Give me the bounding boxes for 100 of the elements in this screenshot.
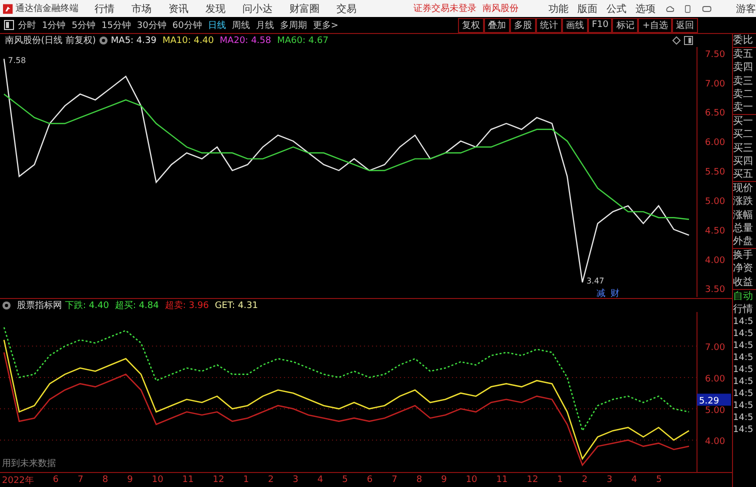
period-tab[interactable]: 周线 [232,18,250,32]
toolbar-button[interactable]: +自选 [638,18,672,32]
indicator-legend: GET: 4.31 [214,300,258,310]
period-tab[interactable]: 日线 [208,18,226,32]
quote-label: 买三 [733,142,754,155]
panel-toggle-icon[interactable] [4,20,14,30]
ma-legend: MA60: 4.67 [277,36,328,46]
quote-label: 买一 [733,115,754,128]
date-label: 3 [292,475,298,485]
menu-item[interactable]: 问小达 [242,2,273,16]
diamond-icon[interactable] [672,36,681,45]
quote-label: 总量 [733,222,754,236]
indicator-legend: 下跌: 4.40 [65,299,109,312]
indicator-legend: 超卖: 3.96 [164,299,209,312]
quote-label: 外盘 [733,235,754,248]
axis-label: 4.50 [705,226,726,236]
quote-label: 买五 [733,168,754,182]
status-label[interactable]: 自动 [733,290,756,304]
menu-item[interactable]: 财富圈 [290,2,320,16]
login-status[interactable]: 证券交易未登录 [414,2,477,15]
quote-label: 卖二 [733,88,754,102]
menu-item[interactable]: 选项 [636,2,656,16]
axis-label: 7.50 [705,50,726,60]
period-tab[interactable]: 更多> [312,18,338,32]
section-title: 行情 [733,303,754,316]
quote-label: 卖四 [733,61,754,75]
date-label: 6 [366,475,373,485]
menu-item[interactable]: 功能 [548,2,569,16]
axis-label: 4.00 [705,437,726,448]
date-label: 1 [243,475,249,485]
date-label: 10 [152,475,164,485]
date-label: 7 [78,475,84,485]
trade-time: 14:5 [733,340,754,352]
trade-time: 14:5 [733,400,754,412]
user-label[interactable]: 游客 [736,2,756,16]
period-tab[interactable]: 月线 [256,18,274,32]
chart-title: 南风股份(日线 前复权) [5,34,96,47]
trade-time: 14:5 [733,412,754,424]
gear-icon[interactable] [98,36,108,45]
price-annotation: 7.58 [8,56,26,65]
toolbar-button[interactable]: 叠加 [484,18,510,32]
trade-time: 14:5 [733,316,754,328]
phone-icon[interactable] [684,2,692,14]
toolbar-button[interactable]: 多股 [510,18,536,32]
date-label: 2 [268,475,274,485]
menu-item[interactable]: 行情 [94,2,115,16]
indicator-title: 股票指标网 [17,300,62,312]
trade-time: 14:5 [733,388,754,400]
price-annotation: 3.47 [586,276,604,286]
toolbar-button[interactable]: 统计 [536,18,562,32]
quote-label: 买四 [733,154,754,168]
menu-item[interactable]: 公式 [606,2,627,16]
quote-label: 卖一 [733,101,754,114]
event-marker[interactable]: 财 [610,289,620,299]
trade-time: 14:5 [733,328,754,340]
toolbar-button[interactable]: 画线 [562,18,588,32]
date-label: 12 [526,475,538,485]
quote-label: 涨幅 [733,208,754,222]
quote-label: 净资 [733,262,754,276]
date-label: 9 [127,475,133,485]
panel-toggle-icon[interactable] [684,36,693,45]
date-label: 4 [631,475,638,485]
date-label: 9 [441,475,447,485]
gear-icon[interactable] [2,301,11,310]
event-marker[interactable]: 减 [596,289,606,299]
trade-time: 14:5 [733,364,754,376]
date-label: 1 [557,475,563,485]
menu-item[interactable]: 发现 [206,2,226,16]
axis-label: 4.00 [705,256,726,266]
menu-item[interactable]: 资讯 [168,2,189,16]
period-tab[interactable]: 分时 [18,18,36,32]
period-tab[interactable]: 多周期 [280,18,307,32]
date-label: 3 [606,475,612,485]
quote-label: 卖五 [733,48,754,62]
date-label: 11 [496,475,508,485]
period-tab[interactable]: 60分钟 [172,18,202,32]
date-label: 5 [342,475,348,485]
cursor-value-label: 5.29 [697,394,731,407]
date-label: 7 [392,475,398,485]
period-tab[interactable]: 5分钟 [72,18,96,32]
axis-label: 5.00 [705,196,726,207]
period-tab[interactable]: 30分钟 [136,18,166,32]
toolbar-button[interactable]: 返回 [672,18,698,32]
quote-label: 买二 [733,128,754,142]
date-label: 2 [582,475,588,485]
quote-label: 委比 [733,34,754,48]
stock-name: 南风股份 [482,2,519,15]
date-label: 8 [102,475,108,485]
menu-item[interactable]: 市场 [132,2,152,16]
toolbar-button[interactable]: F10 [588,18,612,32]
period-tab[interactable]: 15分钟 [101,18,131,32]
date-label: 8 [416,475,422,485]
menu-item[interactable]: 版面 [578,2,598,16]
ma-legend: MA5: 4.39 [110,36,156,46]
toolbar-button[interactable]: 复权 [458,18,484,32]
ma-legend: MA20: 4.58 [220,36,272,46]
period-tab[interactable]: 1分钟 [42,18,66,32]
toolbar-button[interactable]: 标记 [612,18,638,32]
menu-item[interactable]: 交易 [336,2,357,16]
trade-time: 14:5 [733,352,754,364]
